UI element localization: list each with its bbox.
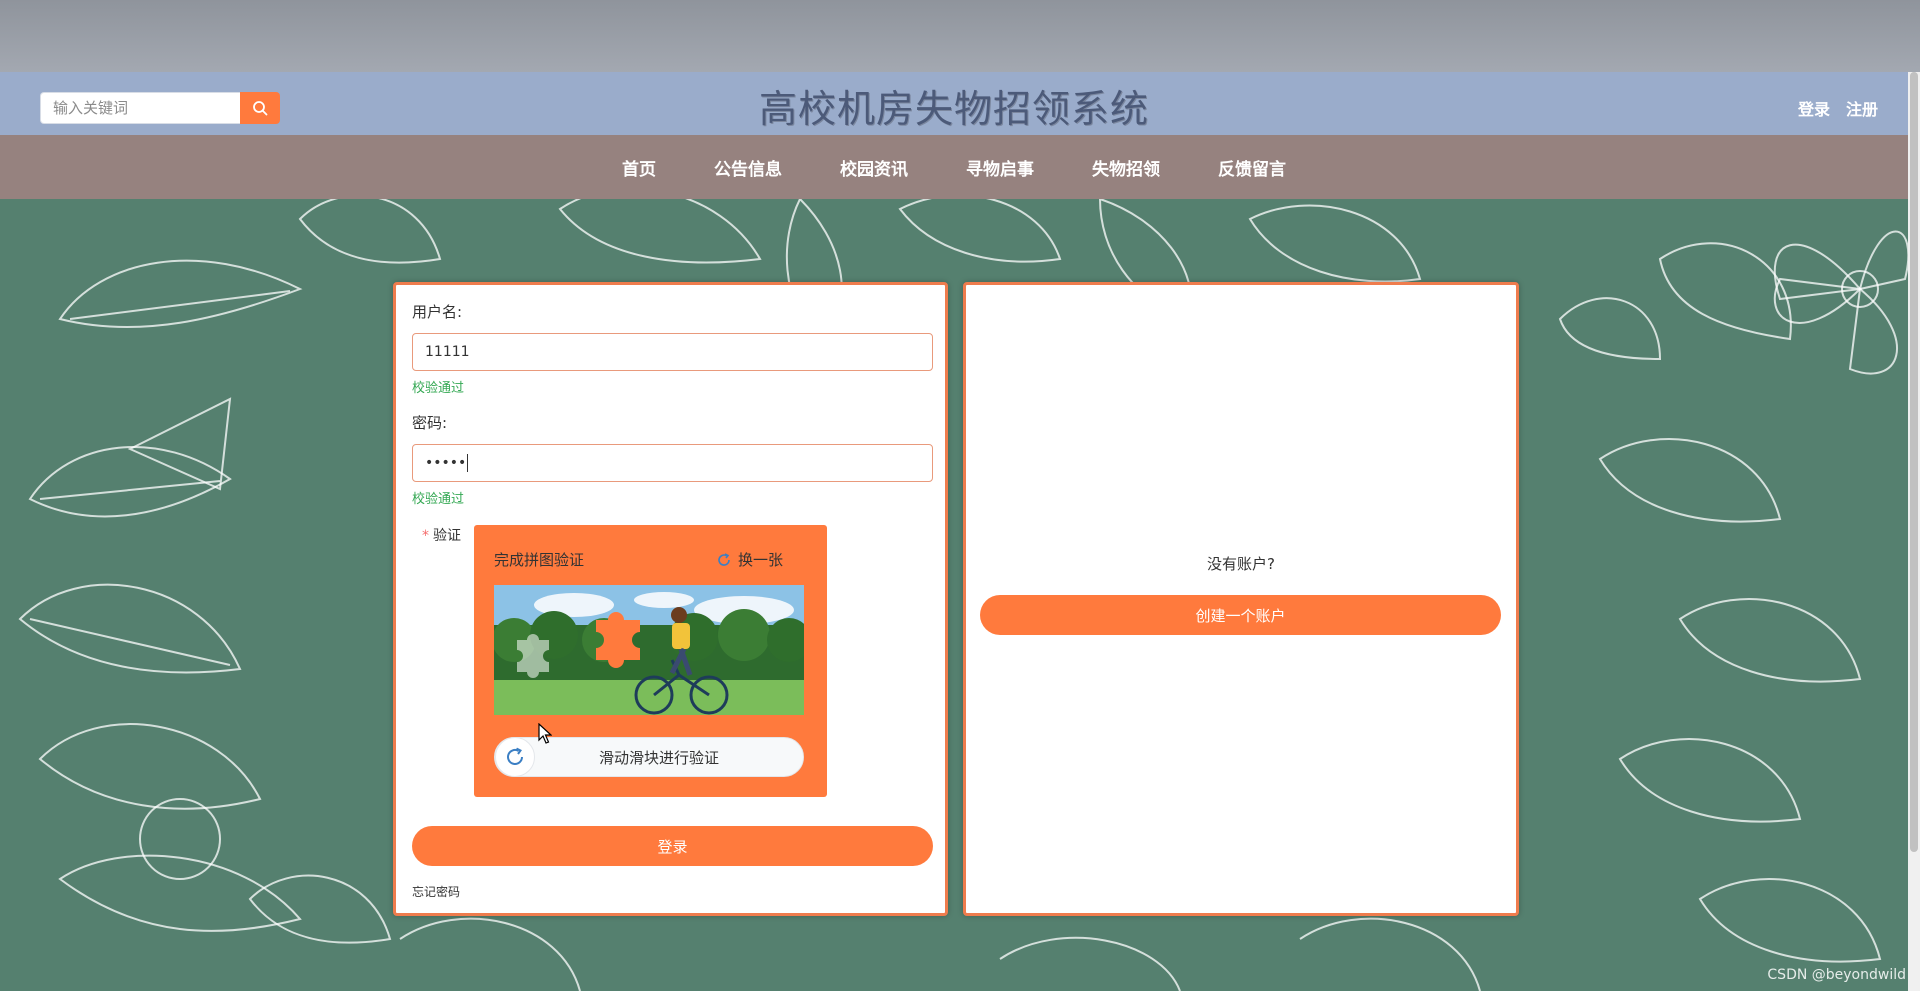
nav-item-lost-notices[interactable]: 寻物启事 xyxy=(937,155,1063,180)
refresh-icon xyxy=(718,552,730,566)
password-field[interactable]: ••••• xyxy=(412,444,933,482)
header: 高校机房失物招领系统 登录 注册 xyxy=(0,72,1908,135)
nav-item-feedback[interactable]: 反馈留言 xyxy=(1189,155,1315,180)
login-panel: 用户名: 11111 校验通过 密码: ••••• 校验通过 * 验证 完成拼图验… xyxy=(393,282,948,916)
page-scrollbar[interactable] xyxy=(1908,72,1920,991)
captcha-box: 完成拼图验证 换一张 滑动滑块进行验证 xyxy=(474,525,827,797)
nav-item-notices[interactable]: 公告信息 xyxy=(685,155,811,180)
captcha-refresh-label: 换一张 xyxy=(737,551,783,569)
cursor-icon xyxy=(538,723,552,744)
username-valid-message: 校验通过 xyxy=(412,381,465,396)
site-title: 高校机房失物招领系统 xyxy=(758,87,1149,131)
create-account-button[interactable]: 创建一个账户 xyxy=(980,595,1501,635)
nav-item-found-items[interactable]: 失物招领 xyxy=(1063,155,1189,180)
text-caret xyxy=(467,454,469,472)
auth-links: 登录 注册 xyxy=(1798,96,1878,120)
login-link[interactable]: 登录 xyxy=(1798,96,1830,120)
nav-item-home[interactable]: 首页 xyxy=(593,155,685,180)
password-valid-message: 校验通过 xyxy=(412,492,465,507)
username-value: 11111 xyxy=(425,344,470,360)
verify-label: * 验证 xyxy=(422,525,461,545)
password-value: ••••• xyxy=(425,455,467,471)
nav-item-campus-news[interactable]: 校园资讯 xyxy=(811,155,937,180)
username-field[interactable]: 11111 xyxy=(412,333,933,371)
refresh-icon xyxy=(507,747,523,765)
watermark: CSDN @beyondwild xyxy=(1767,967,1906,983)
captcha-slider-handle[interactable] xyxy=(495,737,535,777)
main-nav: 首页 公告信息 校园资讯 寻物启事 失物招领 反馈留言 xyxy=(0,135,1908,199)
password-label: 密码: xyxy=(412,414,448,432)
forgot-password-link[interactable]: 忘记密码 xyxy=(412,883,460,900)
captcha-refresh-button[interactable]: 换一张 xyxy=(716,549,783,570)
login-button[interactable]: 登录 xyxy=(412,826,933,866)
register-link[interactable]: 注册 xyxy=(1846,96,1878,120)
captcha-title: 完成拼图验证 xyxy=(494,551,585,569)
verify-label-text: 验证 xyxy=(433,528,461,544)
register-panel: 没有账户? 创建一个账户 xyxy=(963,282,1519,916)
background-decoration xyxy=(0,199,1908,991)
slider-instruction: 滑动滑块进行验证 xyxy=(598,748,719,767)
scrollbar-thumb[interactable] xyxy=(1910,72,1918,852)
required-asterisk: * xyxy=(422,528,429,544)
no-account-prompt: 没有账户? xyxy=(1207,555,1275,573)
top-band xyxy=(0,0,1920,72)
username-label: 用户名: xyxy=(412,303,463,321)
captcha-image xyxy=(494,585,804,715)
